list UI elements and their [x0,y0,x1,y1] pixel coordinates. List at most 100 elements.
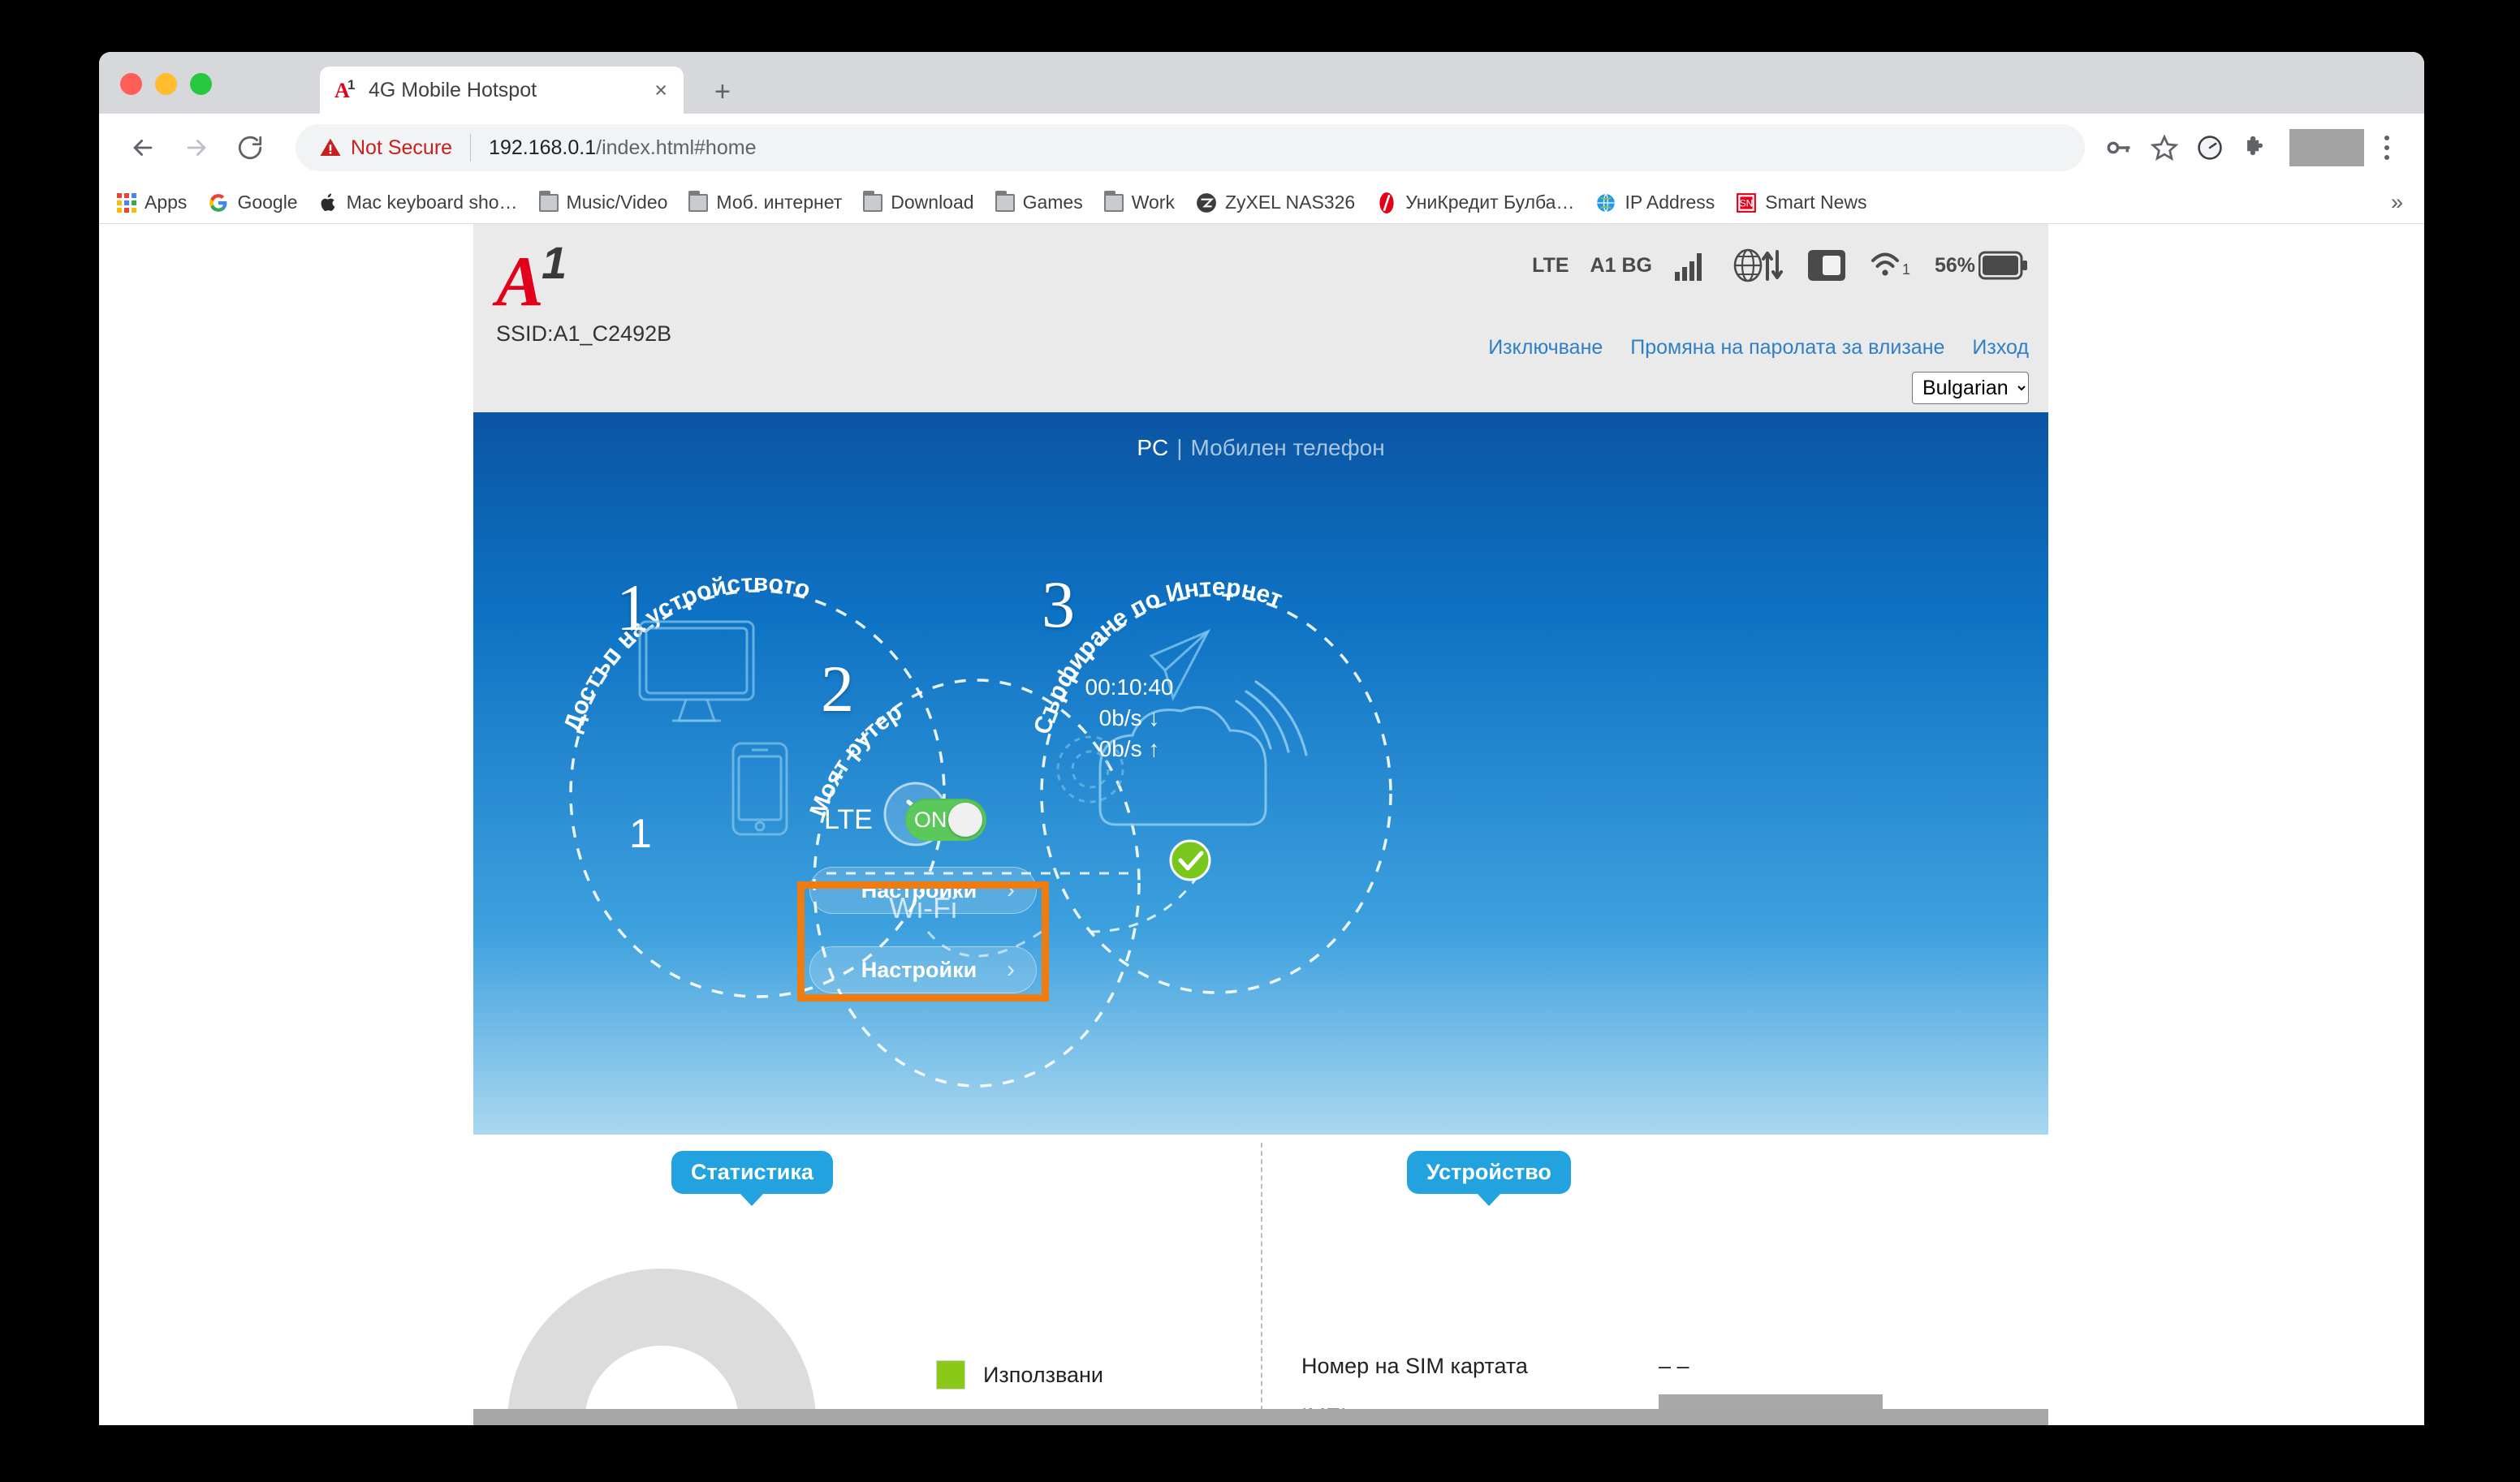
speedometer-icon[interactable] [2189,127,2231,169]
google-icon [208,192,229,213]
a1-favicon: A1 [334,77,356,102]
star-icon[interactable] [2143,127,2186,169]
bookmark-label: Download [891,192,974,213]
connected-devices-count: 1 [629,811,652,856]
bookmark-games[interactable]: Games [995,190,1083,213]
legend-label-used: Използвани [983,1362,1104,1387]
bookmark-work[interactable]: Work [1103,190,1175,213]
hero-diagram: Достъп на устройството Моят рутер Сърфир… [559,570,1392,1088]
step3-number: 3 [1042,567,1075,641]
legend-used: Използвани [936,1360,1103,1389]
not-secure-label: Not Secure [351,136,453,159]
lte-label: LTE [824,803,873,835]
bookmark-label: Music/Video [566,192,668,213]
bookmark-label: Mac keyboard sho… [346,192,518,213]
monitor-icon [638,620,755,722]
apps-grid-icon [117,192,136,213]
upload-speed: 0b/s ↑ [1098,735,1160,761]
security-indicator[interactable]: Not Secure [318,136,452,160]
profile-avatar[interactable] [2289,129,2364,166]
globe-icon [1595,192,1616,213]
url-host: 192.168.0.1 [489,136,597,159]
browser-toolbar: Not Secure 192.168.0.1/index.html#home [99,114,2424,182]
signal-bars-icon [1673,249,1709,282]
bookmark-label: Smart News [1765,192,1867,213]
close-icon[interactable]: × [651,79,671,101]
folder-icon [538,190,559,212]
bookmark-label: Моб. интернет [716,192,843,213]
bookmark-google[interactable]: Google [208,192,298,213]
network-type-label: LTE [1532,253,1569,277]
internet-stats: 00:10:40 0b/s ↓ 0b/s ↑ [1032,672,1227,764]
folder-icon [1103,190,1124,212]
section-divider [1261,1143,1262,1411]
maximize-window-button[interactable] [190,73,212,95]
tab-title: 4G Mobile Hotspot [369,78,537,101]
new-tab-button[interactable]: + [714,78,731,106]
extensions-icon[interactable] [2234,127,2276,169]
bookmark-label: Work [1131,192,1175,213]
bookmark-music-video[interactable]: Music/Video [538,190,668,213]
wifi-highlight-box [797,881,1049,1002]
sim-number-label: Номер на SIM картата [1301,1354,1528,1378]
folder-icon [863,190,883,212]
folder-icon [688,190,709,212]
smartphone-icon [731,742,788,836]
lte-toggle-switch[interactable]: ON [904,799,986,841]
url-path: /index.html#home [596,136,757,159]
device-bubble[interactable]: Устройство [1407,1151,1571,1194]
bookmark-label: Google [237,192,298,213]
back-icon[interactable] [120,125,166,170]
ssid-label: SSID:A1_C2492B [496,321,672,346]
zyxel-icon [1196,192,1217,213]
bookmark-download[interactable]: Download [863,190,974,213]
bookmark-mobile-internet[interactable]: Моб. интернет [688,190,843,213]
wifi-icon: 1 [1870,249,1912,282]
language-select[interactable]: Bulgarian English [1912,372,2029,404]
shutdown-link[interactable]: Изключване [1488,336,1603,360]
reload-icon[interactable] [227,125,273,170]
unicredit-icon [1376,192,1397,214]
logout-link[interactable]: Изход [1972,336,2029,360]
globe-transfer-icon [1732,248,1784,282]
device-row-sim-number: Номер на SIM картата – – [1301,1354,1918,1379]
step2-number: 2 [821,652,854,726]
bookmark-unicredit[interactable]: УниКредит Булба… [1376,192,1574,214]
bookmark-mac-keyboard-shortcuts[interactable]: Mac keyboard sho… [319,192,518,213]
green-check-icon [1169,839,1211,881]
change-password-link[interactable]: Промяна на паролата за влизане [1630,336,1944,360]
usage-donut-chart [507,1269,816,1425]
close-window-button[interactable] [120,73,142,95]
address-bar[interactable]: Not Secure 192.168.0.1/index.html#home [296,124,2085,171]
bookmarks-overflow-button[interactable]: » [2391,190,2403,215]
smartnews-icon: SN [1736,192,1757,213]
lte-toggle-state: ON [913,807,947,832]
statistics-bubble[interactable]: Статистика [671,1151,833,1194]
key-icon[interactable] [2098,127,2140,169]
lte-toggle-row: LTE ON [824,799,1068,841]
sim-number-value: – – [1659,1354,1689,1378]
kebab-menu-icon[interactable] [2371,127,2403,169]
sim-card-icon [1806,248,1847,282]
apple-icon [319,192,339,213]
router-header: A1 SSID:A1_C2492B LTE A1 BG 1 56% Изключ… [473,224,2048,412]
page-viewport: A1 SSID:A1_C2492B LTE A1 BG 1 56% Изключ… [99,224,2424,1425]
minimize-window-button[interactable] [155,73,177,95]
bookmark-apps[interactable]: Apps [117,192,187,213]
browser-tab[interactable]: A1 4G Mobile Hotspot × [320,67,684,114]
forward-icon[interactable] [174,125,219,170]
bookmark-label: IP Address [1625,192,1715,213]
bookmarks-bar: Apps Google Mac keyboard sho… Music/Vide… [99,182,2424,224]
bookmark-smart-news[interactable]: SN Smart News [1736,192,1867,213]
svg-text:1: 1 [1902,261,1910,278]
warning-icon [320,138,341,156]
bottom-section: Статистика Устройство Използвани Номер н… [473,1135,2048,1425]
url-text: 192.168.0.1/index.html#home [489,136,756,160]
bookmark-zyxel-nas326[interactable]: ZyXEL NAS326 [1196,192,1355,213]
download-speed: 0b/s ↓ [1098,704,1160,730]
bookmark-label: ZyXEL NAS326 [1224,192,1356,213]
toggle-knob [947,803,982,837]
page-bottom-strip [473,1409,2048,1425]
bookmark-ip-address[interactable]: IP Address [1595,192,1715,213]
svg-text:SN: SN [1740,197,1754,209]
